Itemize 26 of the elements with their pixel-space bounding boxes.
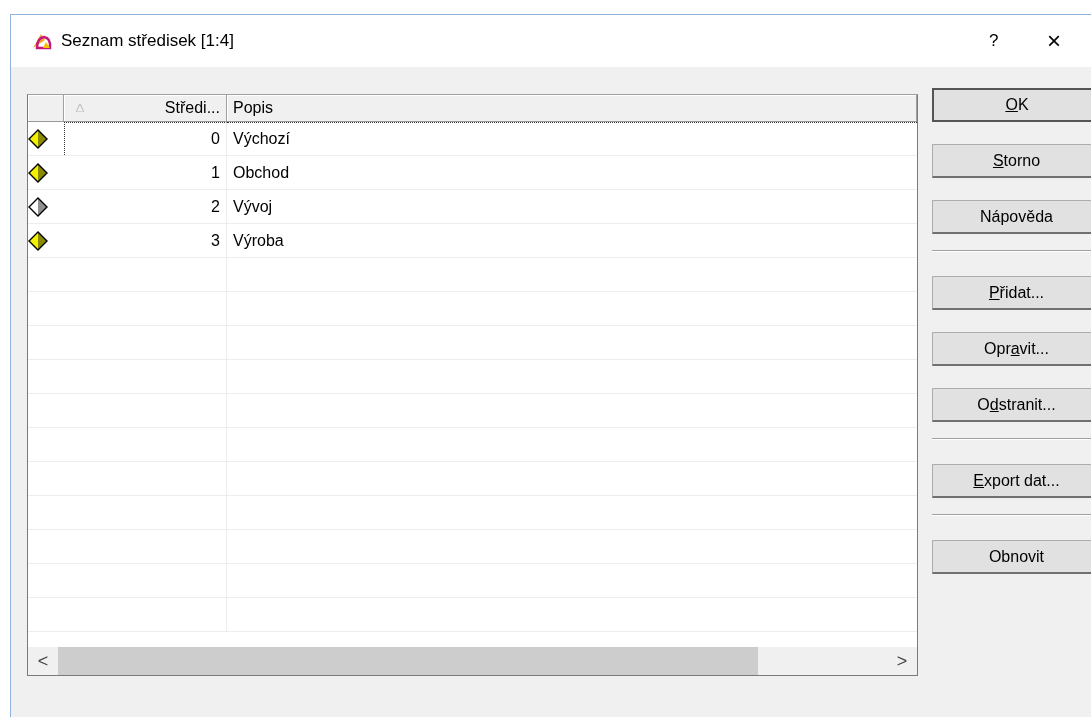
table-cell: 3 (64, 224, 227, 257)
dialog-button[interactable]: Storno (932, 144, 1091, 178)
table-cell: 2 (64, 190, 227, 223)
table-cell: 1 (64, 156, 227, 189)
window-title: Seznam středisek [1:4] (61, 31, 234, 51)
dialog-button[interactable]: Obnovit (932, 540, 1091, 574)
scroll-right-button[interactable]: > (887, 650, 917, 672)
scrollbar-thumb[interactable] (58, 647, 758, 675)
table-cell-text: Výroba (232, 230, 285, 251)
table-cell-text: Obchod (232, 162, 291, 183)
dialog-button[interactable]: Odstranit... (932, 388, 1091, 422)
dialog-button[interactable]: Export dat... (932, 464, 1091, 498)
help-button[interactable]: ? (989, 31, 1009, 51)
column-header[interactable]: Středi... (64, 95, 227, 121)
scroll-left-button[interactable]: < (28, 650, 58, 672)
dialog-button[interactable]: OK (932, 88, 1091, 122)
column-header[interactable]: Popis (227, 95, 917, 121)
dialog-button[interactable]: Přidat... (932, 276, 1091, 310)
app-logo-icon (31, 32, 53, 50)
table-cell: Výchozí (227, 122, 917, 155)
table-cell-text: Vývoj (232, 196, 274, 217)
close-button[interactable]: × (1047, 27, 1067, 55)
column-header[interactable] (28, 95, 64, 121)
dialog-button[interactable]: Opravit... (932, 332, 1091, 366)
dialog-button[interactable]: Nápověda (932, 200, 1091, 234)
table-cell: 0 (64, 122, 227, 155)
